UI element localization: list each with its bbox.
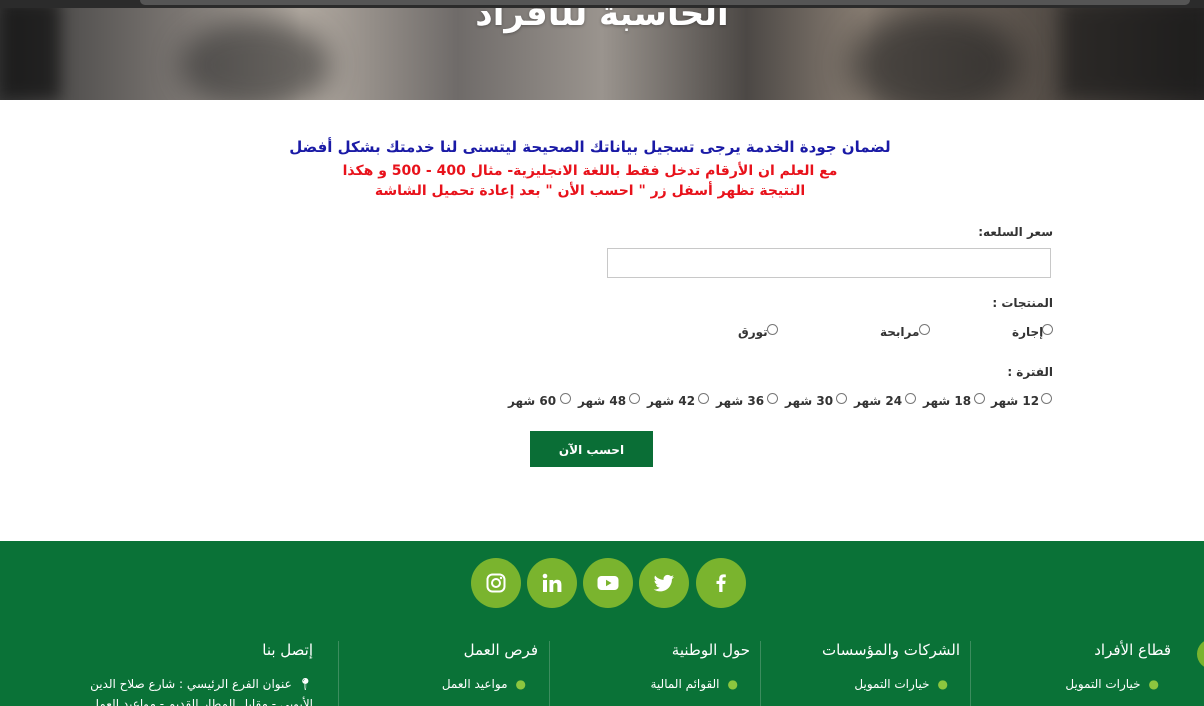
footer-heading-careers: فرص العمل bbox=[463, 641, 538, 659]
radio-period-48[interactable] bbox=[629, 393, 640, 404]
hero-banner: الحاسبة للأفراد bbox=[0, 0, 1204, 100]
radio-period-60[interactable] bbox=[560, 393, 571, 404]
site-footer: قطاع الأفراد ● خيارات التمويل الشركات وال… bbox=[0, 541, 1204, 706]
footer-link-financial-statements[interactable]: ● القوائم المالية bbox=[650, 677, 738, 691]
radio-label-period-60: 60 شهر bbox=[508, 394, 557, 408]
location-pin-icon: 📍︎ bbox=[297, 677, 313, 691]
footer-divider bbox=[549, 641, 550, 706]
footer-divider bbox=[970, 641, 971, 706]
footer-col-careers: فرص العمل ● مواعيد العمل bbox=[442, 641, 538, 691]
instagram-icon bbox=[486, 573, 506, 593]
footer-heading-individuals: قطاع الأفراد bbox=[1094, 641, 1171, 659]
radio-period-12[interactable] bbox=[1041, 393, 1052, 404]
footer-link-label: خيارات التمويل bbox=[854, 677, 930, 691]
radio-period-42[interactable] bbox=[698, 393, 709, 404]
footer-address-line: 📍︎ عنوان الفرع الرئيسي : شارع صلاح الدين bbox=[90, 677, 313, 691]
radio-ijara[interactable] bbox=[1042, 324, 1053, 335]
footer-col-companies: الشركات والمؤسسات ● خيارات التمويل bbox=[821, 641, 960, 691]
radio-period-30[interactable] bbox=[836, 393, 847, 404]
footer-heading-about: حول الوطنية bbox=[671, 641, 750, 659]
linkedin-button[interactable] bbox=[527, 558, 577, 608]
footer-col-about: حول الوطنية ● القوائم المالية bbox=[650, 641, 750, 691]
footer-link-label: مواعيد العمل bbox=[441, 677, 508, 691]
price-input[interactable] bbox=[607, 248, 1051, 278]
radio-label-murabaha: مرابحة bbox=[880, 325, 920, 339]
radio-period-36[interactable] bbox=[767, 393, 778, 404]
instagram-button[interactable] bbox=[471, 558, 521, 608]
footer-address-line-2: الأيوبي - مقابل المطار القديم - مواعيد ا… bbox=[90, 697, 313, 706]
period-label: الفترة : bbox=[1007, 365, 1053, 379]
footer-col-contact: إتصل بنا 📍︎ عنوان الفرع الرئيسي : شارع صل… bbox=[90, 641, 313, 706]
radio-label-period-18: 18 شهر bbox=[923, 394, 972, 408]
footer-address-text: عنوان الفرع الرئيسي : شارع صلاح الدين bbox=[90, 677, 292, 691]
radio-tawarruq[interactable] bbox=[767, 324, 778, 335]
facebook-icon bbox=[716, 574, 726, 592]
footer-divider bbox=[338, 641, 339, 706]
radio-label-period-12: 12 شهر bbox=[991, 394, 1040, 408]
bullet-icon: ● bbox=[937, 677, 948, 691]
footer-divider bbox=[760, 641, 761, 706]
twitter-icon bbox=[653, 574, 674, 592]
notice-service-quality: لضمان جودة الخدمة يرجى تسجيل بياناتك الص… bbox=[289, 138, 891, 156]
footer-heading-companies: الشركات والمؤسسات bbox=[821, 641, 960, 659]
facebook-button[interactable] bbox=[696, 558, 746, 608]
radio-label-period-36: 36 شهر bbox=[716, 394, 765, 408]
youtube-icon bbox=[597, 576, 619, 590]
radio-murabaha[interactable] bbox=[919, 324, 930, 335]
notice-result-location: النتيجة تظهر أسفل زر " احسب الأن " بعد إ… bbox=[374, 183, 806, 199]
browser-topbar bbox=[0, 0, 1204, 8]
chat-button[interactable] bbox=[1197, 639, 1204, 669]
footer-link-label: القوائم المالية bbox=[650, 677, 720, 691]
footer-heading-contact: إتصل بنا bbox=[262, 641, 313, 659]
footer-link-label: خيارات التمويل bbox=[1065, 677, 1141, 691]
notice-english-numbers: مع العلم ان الأرقام تدخل فقط باللغة الان… bbox=[342, 163, 838, 179]
bullet-icon: ● bbox=[1148, 677, 1159, 691]
footer-col-individuals: قطاع الأفراد ● خيارات التمويل bbox=[1065, 641, 1171, 691]
bullet-icon: ● bbox=[727, 677, 738, 691]
twitter-button[interactable] bbox=[639, 558, 689, 608]
youtube-button[interactable] bbox=[583, 558, 633, 608]
radio-label-period-24: 24 شهر bbox=[854, 394, 903, 408]
footer-link-working-hours[interactable]: ● مواعيد العمل bbox=[442, 677, 526, 691]
price-label: سعر السلعه: bbox=[978, 225, 1053, 239]
radio-label-tawarruq: تورق bbox=[738, 325, 768, 339]
radio-label-period-48: 48 شهر bbox=[578, 394, 627, 408]
radio-period-24[interactable] bbox=[905, 393, 916, 404]
radio-label-ijara: إجارة bbox=[1012, 325, 1044, 339]
radio-label-period-30: 30 شهر bbox=[785, 394, 834, 408]
radio-period-18[interactable] bbox=[974, 393, 985, 404]
footer-link-financing-options-companies[interactable]: ● خيارات التمويل bbox=[854, 677, 948, 691]
products-label: المنتجات : bbox=[992, 296, 1053, 310]
radio-label-period-42: 42 شهر bbox=[647, 394, 696, 408]
bullet-icon: ● bbox=[515, 677, 526, 691]
calculate-button[interactable]: احسب الآن bbox=[530, 431, 653, 467]
footer-link-financing-options[interactable]: ● خيارات التمويل bbox=[1065, 677, 1159, 691]
linkedin-icon bbox=[542, 573, 562, 592]
